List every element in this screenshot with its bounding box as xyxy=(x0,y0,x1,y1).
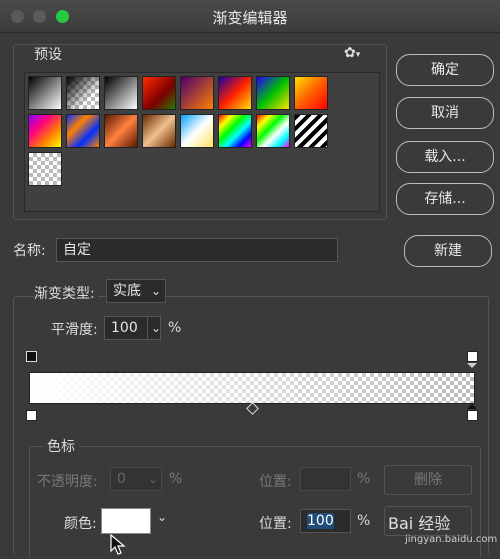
gradient-fill xyxy=(30,373,474,403)
preset-swatch[interactable] xyxy=(256,76,290,110)
stop-pointer-icon xyxy=(467,363,477,368)
preset-swatch[interactable] xyxy=(104,114,138,148)
preset-swatch[interactable] xyxy=(28,76,62,110)
preset-swatch[interactable] xyxy=(218,76,252,110)
opacity-location-input[interactable] xyxy=(300,467,351,491)
color-stop-left[interactable] xyxy=(26,410,37,421)
opacity-label: 不透明度: xyxy=(37,474,98,490)
preset-swatch[interactable] xyxy=(142,114,176,148)
preset-swatch[interactable] xyxy=(180,76,214,110)
stop-selected-icon xyxy=(467,404,477,409)
preset-swatch[interactable] xyxy=(294,114,328,148)
preset-swatch[interactable] xyxy=(142,76,176,110)
watermark-logo: Bai 经验 xyxy=(388,514,451,533)
gradient-type-label: 渐变类型: xyxy=(34,283,98,303)
presets-grid xyxy=(24,72,380,212)
opacity-stop-left[interactable] xyxy=(26,351,37,362)
preset-swatch[interactable] xyxy=(180,114,214,148)
window-title: 渐变编辑器 xyxy=(212,9,288,27)
gradient-type-dropdown[interactable]: 实底 ⌄ xyxy=(106,279,166,303)
opacity-value: 0 xyxy=(117,471,126,487)
preset-swatch[interactable] xyxy=(66,114,100,148)
opacity-location-label: 位置: xyxy=(259,474,292,490)
gradient-type-value: 实底 xyxy=(113,283,141,299)
opacity-stop-right[interactable] xyxy=(467,351,478,362)
load-button[interactable]: 载入... xyxy=(396,141,494,173)
smoothness-label: 平滑度: xyxy=(51,322,98,338)
presets-label: 预设 xyxy=(34,47,62,63)
color-swatch[interactable] xyxy=(101,508,151,534)
color-location-unit: % xyxy=(357,513,371,529)
name-label: 名称: xyxy=(13,243,46,259)
title-bar: 渐变编辑器 xyxy=(0,0,500,33)
opacity-input[interactable]: 0 ⌄ xyxy=(110,467,162,491)
chevron-down-icon[interactable]: ⌄ xyxy=(147,317,161,339)
smoothness-unit: % xyxy=(168,320,182,336)
chevron-down-icon[interactable]: ⌄ xyxy=(157,510,167,524)
stops-label: 色标 xyxy=(43,436,79,456)
name-input[interactable]: 自定 xyxy=(56,238,338,262)
gradient-preview-bar[interactable] xyxy=(29,372,475,404)
save-button[interactable]: 存储... xyxy=(396,183,494,215)
color-location-label: 位置: xyxy=(259,516,292,532)
smoothness-input[interactable]: 100 ⌄ xyxy=(104,316,161,340)
mouse-pointer-icon xyxy=(110,534,126,555)
preset-swatch[interactable] xyxy=(218,114,252,148)
color-stop-right[interactable] xyxy=(467,410,478,421)
new-button[interactable]: 新建 xyxy=(404,235,492,267)
watermark-url: jingyan.baidu.com xyxy=(405,534,498,545)
preset-swatch[interactable] xyxy=(294,76,328,110)
opacity-location-unit: % xyxy=(357,471,371,487)
chevron-down-icon: ⌄ xyxy=(148,472,159,486)
smoothness-value: 100 xyxy=(111,320,138,336)
preset-swatch[interactable] xyxy=(256,114,290,148)
preset-swatch[interactable] xyxy=(28,152,62,186)
opacity-unit: % xyxy=(169,471,183,487)
delete-opacity-button[interactable]: 删除 xyxy=(384,465,472,495)
chevron-down-icon: ⌄ xyxy=(151,284,162,298)
color-label: 颜色: xyxy=(64,516,97,532)
preset-swatch[interactable] xyxy=(28,114,62,148)
cancel-button[interactable]: 取消 xyxy=(396,97,494,129)
preset-swatch[interactable] xyxy=(104,76,138,110)
color-location-input[interactable]: 100 xyxy=(300,509,351,533)
color-location-value: 100 xyxy=(307,513,334,529)
gear-icon[interactable]: ✿▾ xyxy=(344,45,360,61)
ok-button[interactable]: 确定 xyxy=(396,54,494,86)
preset-swatch[interactable] xyxy=(66,76,100,110)
